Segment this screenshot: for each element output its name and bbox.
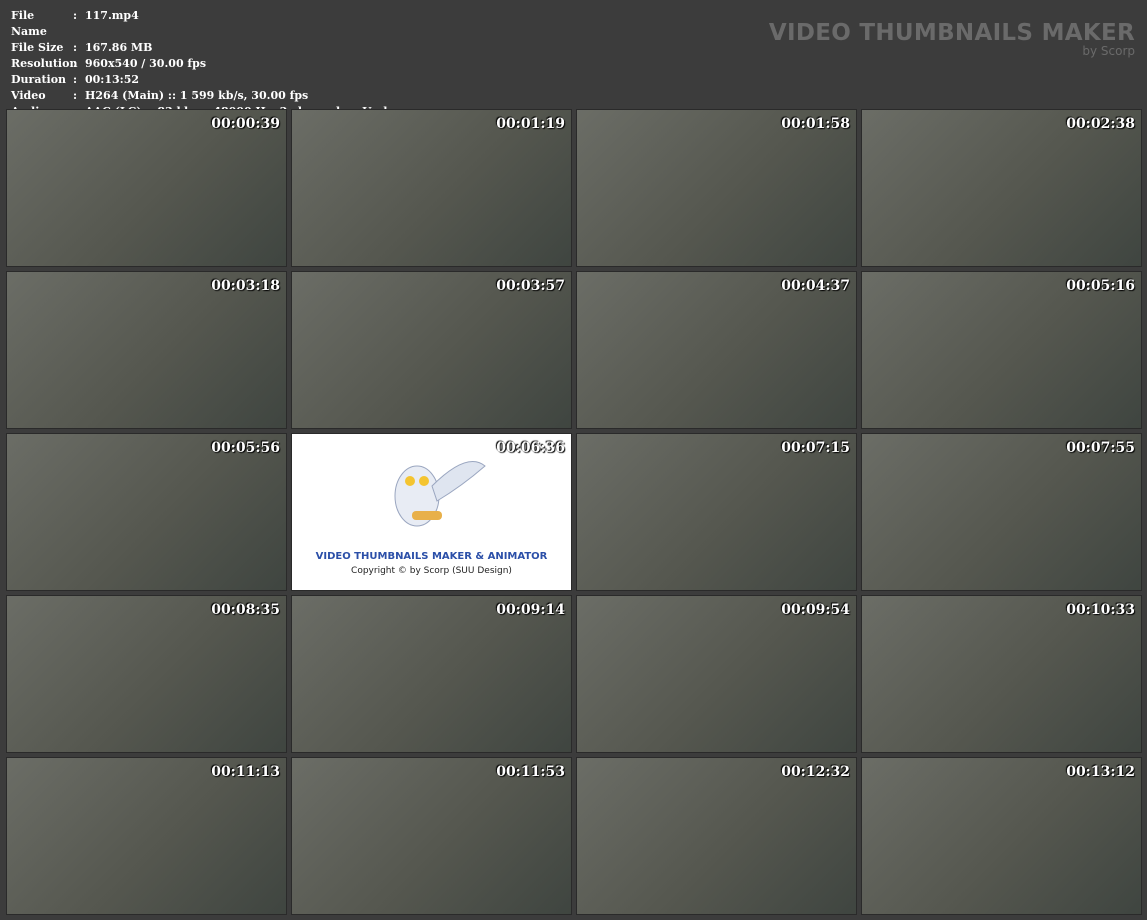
video-thumbnail: 00:07:15 [576,433,857,591]
thumbnail-placeholder [292,110,571,266]
info-colon: : [73,9,78,22]
timestamp: 00:09:54 [781,602,850,618]
logo-tile: VIDEO THUMBNAILS MAKER & ANIMATOR Copyrig… [291,433,572,591]
info-key: File Name [11,9,47,38]
info-row: Video: H264 (Main) :: 1 599 kb/s, 30.00 f… [11,88,387,104]
info-row: File Name:117.mp4 [11,8,387,40]
timestamp: 00:06:36 [496,440,565,456]
info-key: Duration [11,73,67,86]
thumbnail-placeholder [862,110,1141,266]
thumbnail-placeholder [292,596,571,752]
thumbnail-placeholder [292,758,571,914]
video-thumbnail: 00:05:16 [861,271,1142,429]
info-key: File Size [11,41,64,54]
brand-watermark: VIDEO THUMBNAILS MAKER by Scorp [769,20,1135,58]
thumbnail-placeholder [862,596,1141,752]
timestamp: 00:07:15 [781,440,850,456]
thumbnail-placeholder [7,596,286,752]
video-thumbnail: 00:01:58 [576,109,857,267]
timestamp: 00:03:57 [496,278,565,294]
thumbnail-placeholder [292,272,571,428]
thumbnail-placeholder [7,434,286,590]
info-row: Duration:00:13:52 [11,72,387,88]
info-row: Resolution:960x540 / 30.00 fps [11,56,387,72]
thumbnail-grid: 00:00:39 00:01:19 00:01:58 00:02:38 00:03:18… [6,109,1142,915]
timestamp: 00:11:53 [496,764,565,780]
thumbnail-placeholder [577,596,856,752]
timestamp: 00:02:38 [1066,116,1135,132]
info-colon: : [73,57,78,70]
timestamp: 00:03:18 [211,278,280,294]
timestamp: 00:11:13 [211,764,280,780]
timestamp: 00:08:35 [211,602,280,618]
timestamp: 00:04:37 [781,278,850,294]
info-row: File Size:167.86 MB [11,40,387,56]
timestamp: 00:05:16 [1066,278,1135,294]
owl-logo-icon [394,461,486,527]
thumbnail-placeholder [862,434,1141,590]
logo-caption: VIDEO THUMBNAILS MAKER & ANIMATOR [315,551,548,562]
timestamp: 00:05:56 [211,440,280,456]
info-colon: : [73,73,78,86]
thumbnail-placeholder [577,758,856,914]
info-key: Video [11,89,46,102]
video-thumbnail: 00:09:54 [576,595,857,753]
timestamp: 00:01:58 [781,116,850,132]
logo-copyright: Copyright © by Scorp (SUU Design) [351,566,512,576]
thumbnail-placeholder [577,434,856,590]
thumbnail-placeholder [7,758,286,914]
info-value: H264 (Main) :: 1 599 kb/s, 30.00 fps [85,89,309,102]
video-thumbnail: 00:09:14 [291,595,572,753]
video-thumbnail: 00:04:37 [576,271,857,429]
timestamp: 00:09:14 [496,602,565,618]
video-thumbnail: 00:12:32 [576,757,857,915]
video-thumbnail: 00:03:57 [291,271,572,429]
info-value: 00:13:52 [85,73,140,86]
timestamp: 00:07:55 [1066,440,1135,456]
file-info: File Name:117.mp4 File Size:167.86 MB Reso… [11,8,387,120]
info-colon: : [73,41,78,54]
thumbnail-placeholder [577,110,856,266]
timestamp: 00:00:39 [211,116,280,132]
video-thumbnail: 00:05:56 [6,433,287,591]
timestamp: 00:01:19 [496,116,565,132]
video-thumbnail: 00:03:18 [6,271,287,429]
info-colon: : [73,89,78,102]
video-thumbnail: 00:11:13 [6,757,287,915]
timestamp: 00:13:12 [1066,764,1135,780]
video-thumbnail: 00:00:39 [6,109,287,267]
video-thumbnail: 00:10:33 [861,595,1142,753]
timestamp: 00:12:32 [781,764,850,780]
video-thumbnail: 00:07:55 [861,433,1142,591]
info-value: 960x540 / 30.00 fps [85,57,207,70]
info-value: 117.mp4 [85,9,139,22]
brand-title: VIDEO THUMBNAILS MAKER [768,20,1135,46]
video-thumbnail: 00:01:19 [291,109,572,267]
video-thumbnail: 00:13:12 [861,757,1142,915]
video-thumbnail: 00:08:35 [6,595,287,753]
thumbnail-placeholder [7,110,286,266]
video-thumbnail: 00:11:53 [291,757,572,915]
thumbnail-placeholder [862,272,1141,428]
thumbnail-placeholder [862,758,1141,914]
info-key: Resolution [11,57,78,70]
brand-subtitle: by Scorp [1082,44,1135,58]
thumbnail-placeholder [7,272,286,428]
timestamp: 00:10:33 [1066,602,1135,618]
video-thumbnail: 00:02:38 [861,109,1142,267]
info-value: 167.86 MB [85,41,153,54]
thumbnail-placeholder [577,272,856,428]
